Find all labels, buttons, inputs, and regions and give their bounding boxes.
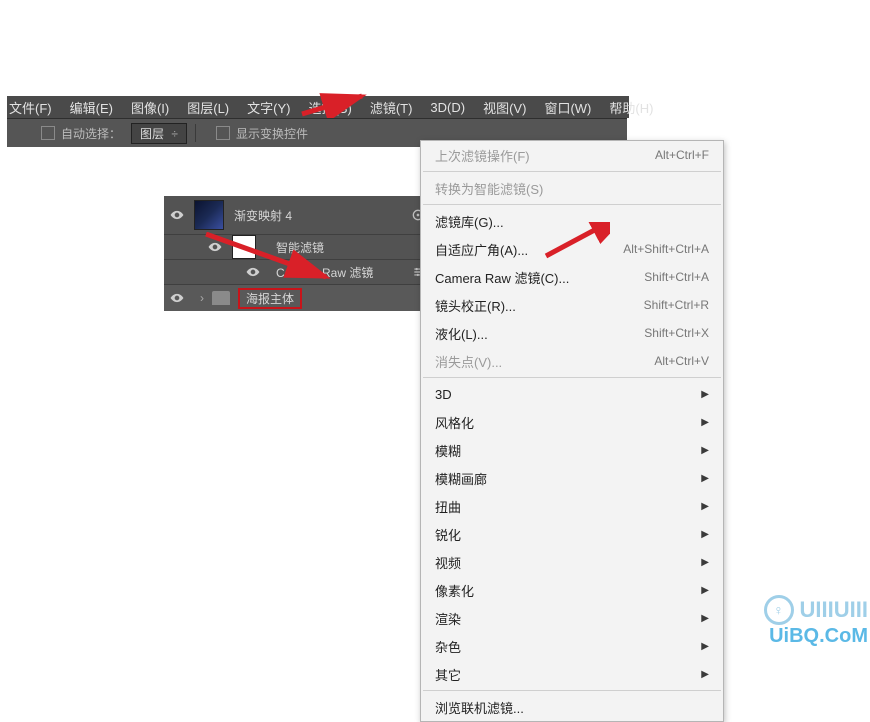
menu-stylize-sub[interactable]: 风格化 — [421, 408, 723, 436]
folder-icon — [212, 291, 230, 305]
menu-view[interactable]: 视图(V) — [483, 98, 526, 117]
watermark: ♀ UIIIUIII UiBQ.CoM — [764, 595, 868, 648]
menu-separator — [423, 204, 721, 205]
menu-distort-sub[interactable]: 扭曲 — [421, 492, 723, 520]
menu-layer[interactable]: 图层(L) — [187, 98, 229, 117]
menu-separator — [423, 171, 721, 172]
options-separator — [195, 124, 204, 142]
menu-render-sub[interactable]: 渲染 — [421, 604, 723, 632]
menu-video-sub[interactable]: 视频 — [421, 548, 723, 576]
annotation-arrow-2 — [204, 232, 338, 292]
show-transform-checkbox[interactable] — [216, 126, 230, 140]
menu-lens-correction[interactable]: 镜头校正(R)...Shift+Ctrl+R — [421, 291, 723, 319]
visibility-icon[interactable] — [170, 208, 184, 222]
layer-name[interactable]: 渐变映射 4 — [234, 207, 410, 224]
watermark-text-bottom: UiBQ.CoM — [769, 625, 868, 648]
annotation-arrow-1 — [300, 90, 372, 118]
menu-convert-smart: 转换为智能滤镜(S) — [421, 174, 723, 202]
menu-other-sub[interactable]: 其它 — [421, 660, 723, 688]
layer-row-adjustment[interactable]: 渐变映射 4 — [164, 196, 434, 235]
menu-3d-sub[interactable]: 3D — [421, 380, 723, 408]
menu-camera-raw-filter[interactable]: Camera Raw 滤镜(C)...Shift+Ctrl+A — [421, 263, 723, 291]
menu-blur-sub[interactable]: 模糊 — [421, 436, 723, 464]
show-transform-label: 显示变换控件 — [236, 125, 308, 142]
menu-separator — [423, 690, 721, 691]
menu-image[interactable]: 图像(I) — [131, 98, 169, 117]
menu-window[interactable]: 窗口(W) — [544, 98, 591, 117]
menu-pixelate-sub[interactable]: 像素化 — [421, 576, 723, 604]
menu-blur-gallery-sub[interactable]: 模糊画廊 — [421, 464, 723, 492]
menu-edit[interactable]: 编辑(E) — [70, 98, 113, 117]
watermark-text-top: UIIIUIII — [800, 597, 868, 623]
auto-select-label: 自动选择： — [61, 125, 121, 142]
layer-thumbnail — [194, 200, 224, 230]
menu-sharpen-sub[interactable]: 锐化 — [421, 520, 723, 548]
menu-type[interactable]: 文字(Y) — [247, 98, 290, 117]
annotation-arrow-3 — [540, 222, 610, 264]
menu-last-filter: 上次滤镜操作(F)Alt+Ctrl+F — [421, 141, 723, 169]
menu-file[interactable]: 文件(F) — [9, 98, 52, 117]
menu-help[interactable]: 帮助(H) — [609, 98, 653, 117]
menu-3d[interactable]: 3D(D) — [430, 100, 465, 115]
menu-liquify[interactable]: 液化(L)...Shift+Ctrl+X — [421, 319, 723, 347]
menu-separator — [423, 377, 721, 378]
menu-browse-filters[interactable]: 浏览联机滤镜... — [421, 693, 723, 721]
watermark-icon: ♀ — [764, 595, 794, 625]
menu-filter[interactable]: 滤镜(T) — [370, 98, 413, 117]
menu-noise-sub[interactable]: 杂色 — [421, 632, 723, 660]
expand-chevron-icon[interactable]: › — [200, 291, 204, 305]
auto-select-dropdown[interactable]: 图层 ÷ — [131, 123, 187, 144]
visibility-icon[interactable] — [170, 291, 184, 305]
auto-select-checkbox[interactable] — [41, 126, 55, 140]
menu-vanishing-point: 消失点(V)...Alt+Ctrl+V — [421, 347, 723, 375]
